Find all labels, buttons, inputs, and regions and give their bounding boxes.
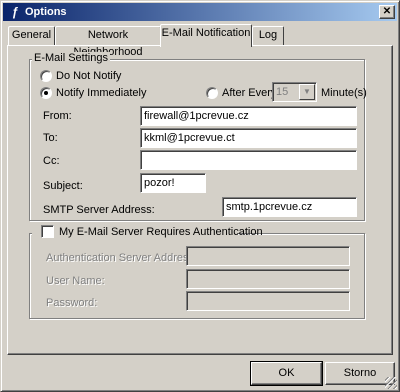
auth-server-label: Authentication Server Address: xyxy=(46,252,198,264)
do-not-notify-radio[interactable] xyxy=(40,70,52,82)
tab-label: Log xyxy=(258,29,278,41)
cc-label: Cc: xyxy=(43,155,60,167)
tab-label: E-Mail Notification xyxy=(161,27,251,39)
requires-authentication-checkbox[interactable] xyxy=(41,225,54,238)
close-icon: ✕ xyxy=(382,6,392,17)
window-title: Options xyxy=(25,6,67,18)
interval-select[interactable]: 15 ▼ xyxy=(272,82,317,102)
title-bar[interactable]: ƒ Options ✕ xyxy=(3,3,397,21)
app-icon: ƒ xyxy=(11,5,19,19)
email-settings-title: E-Mail Settings xyxy=(32,52,110,65)
tab-email-notification[interactable]: E-Mail Notification xyxy=(160,24,252,47)
interval-value: 15 xyxy=(276,86,289,98)
username-label: User Name: xyxy=(46,275,105,287)
ok-button[interactable]: OK xyxy=(250,361,323,386)
close-button[interactable]: ✕ xyxy=(379,5,395,19)
subject-field[interactable]: pozor! xyxy=(140,173,206,193)
after-every-radio[interactable] xyxy=(206,87,218,99)
to-label: To: xyxy=(43,132,58,144)
notify-immediately-label[interactable]: Notify Immediately xyxy=(56,86,146,100)
smtp-label: SMTP Server Address: xyxy=(43,204,155,216)
tab-general[interactable]: General xyxy=(8,26,55,45)
notify-immediately-radio[interactable] xyxy=(40,87,52,99)
tab-label: General xyxy=(11,29,52,41)
username-field[interactable] xyxy=(186,269,350,289)
interval-unit-label: Minute(s) xyxy=(321,87,367,99)
after-every-label[interactable]: After Every xyxy=(222,86,276,100)
to-field[interactable]: kkml@1pcrevue.ct xyxy=(140,128,357,148)
resize-grip-icon[interactable] xyxy=(385,377,397,389)
tab-network-neighborhood[interactable]: Network Neighborhood xyxy=(55,26,161,58)
authentication-title: My E-Mail Server Requires Authentication xyxy=(32,224,263,240)
requires-authentication-label[interactable]: My E-Mail Server Requires Authentication xyxy=(59,225,263,239)
smtp-field[interactable]: smtp.1pcrevue.cz xyxy=(222,197,357,217)
cc-field[interactable] xyxy=(140,150,357,170)
do-not-notify-label[interactable]: Do Not Notify xyxy=(56,69,121,83)
auth-server-field[interactable] xyxy=(186,246,350,266)
password-field[interactable] xyxy=(186,291,350,311)
from-field[interactable]: firewall@1pcrevue.cz xyxy=(140,106,357,126)
tab-log[interactable]: Log xyxy=(252,26,284,45)
chevron-down-icon[interactable]: ▼ xyxy=(299,84,315,100)
subject-label: Subject: xyxy=(43,180,83,192)
from-label: From: xyxy=(43,110,72,122)
password-label: Password: xyxy=(46,297,98,309)
